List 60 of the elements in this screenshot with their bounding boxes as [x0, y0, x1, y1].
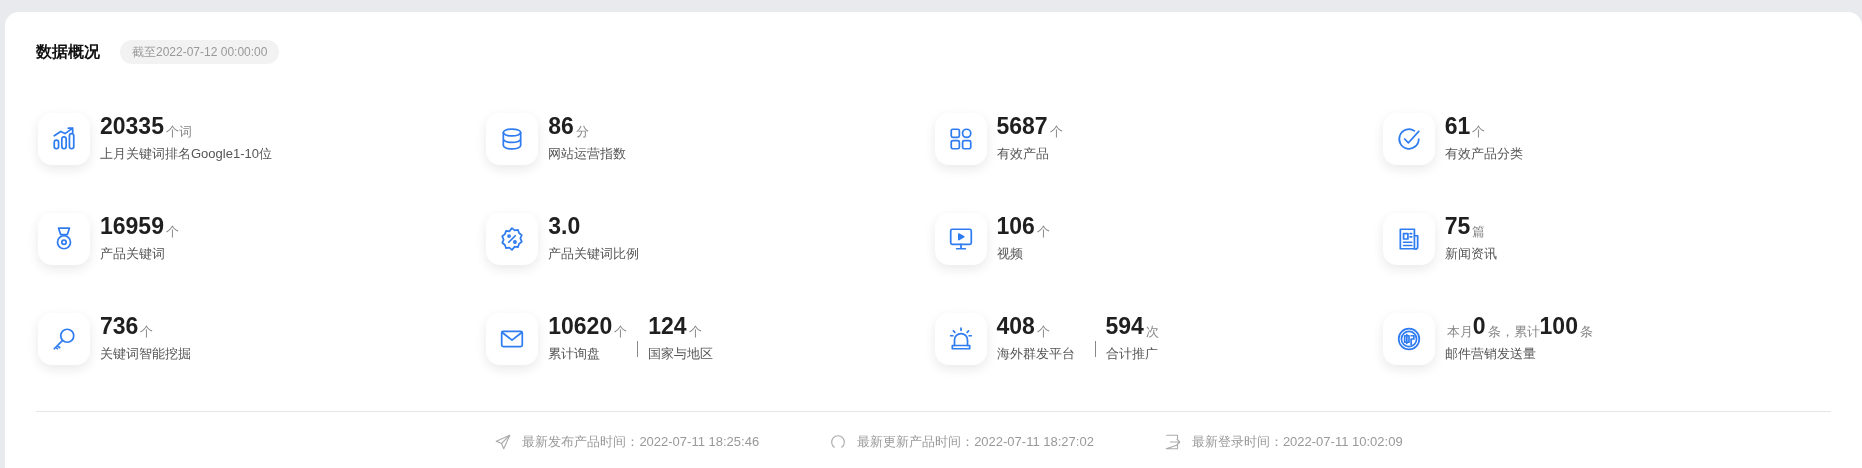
- stat-value: 86: [548, 114, 574, 138]
- stat-label: 新闻资讯: [1444, 244, 1497, 263]
- stat-unit: 条，累计: [1487, 324, 1540, 338]
- timestamp-text: 最新登录时间：2022-07-11 10:02:09: [1191, 433, 1403, 451]
- login-icon: [1163, 432, 1182, 451]
- stat-value: 408: [996, 314, 1035, 338]
- stat-unit: 个: [1036, 224, 1050, 238]
- stat-value: 16959: [100, 214, 164, 238]
- stat-value: 10620: [548, 314, 613, 338]
- card-title: 数据概况: [36, 42, 100, 62]
- bar-chart-icon: [51, 126, 77, 152]
- stat-value: 75: [1444, 214, 1471, 238]
- stat-label: 海外群发平台: [996, 344, 1076, 363]
- stat-unit: 次: [1145, 324, 1159, 338]
- stat-value: 3.0: [548, 214, 581, 238]
- stat-label: 网站运营指数: [548, 144, 627, 163]
- video-screen-icon: [947, 226, 974, 252]
- stat-unit: 分: [575, 124, 589, 138]
- stat-unit: 个: [614, 324, 628, 338]
- refresh-icon: [829, 432, 848, 451]
- stat-label: 合计推广: [1105, 344, 1159, 363]
- timestamp-text: 最新更新产品时间：2022-07-11 18:27:02: [857, 433, 1094, 451]
- stat-value: 0: [1472, 314, 1486, 338]
- check-circle-icon: [1395, 126, 1422, 152]
- stat-value: 106: [996, 214, 1035, 238]
- timestamp-text: 最新发布产品时间：2022-07-11 18:25:46: [522, 433, 760, 451]
- stat-value: 5687: [996, 114, 1048, 138]
- grid-icon: [947, 126, 974, 152]
- stat-unit: 个: [1472, 124, 1486, 138]
- stat-value: 594: [1105, 314, 1144, 338]
- stat-label: 邮件营销发送量: [1444, 344, 1537, 363]
- stat-value: 61: [1444, 114, 1471, 138]
- stat-label: 累计询盘: [548, 344, 602, 363]
- stat-value: 736: [100, 314, 139, 338]
- stat-label: 国家与地区: [648, 344, 714, 363]
- stat-label: 产品关键词比例: [548, 244, 640, 263]
- stat-unit: 篇: [1472, 224, 1486, 238]
- stat-unit: 个: [165, 224, 179, 238]
- stat-unit: 个: [1049, 124, 1063, 138]
- stat-label: 关键词智能挖掘: [100, 344, 191, 363]
- stat-label: 产品关键词: [100, 244, 166, 263]
- alarm-light-icon: [947, 326, 974, 352]
- stat-unit: 条: [1579, 324, 1593, 338]
- key-icon: [51, 326, 77, 352]
- stat-label: 上月关键词排名Google1-10位: [100, 144, 272, 163]
- date-badge: 截至2022-07-12 00:00:00: [120, 40, 280, 64]
- stat-value: 20335: [100, 114, 164, 138]
- stat-unit: 个: [688, 324, 702, 338]
- stat-unit: 本月: [1446, 324, 1473, 338]
- stat-label: 有效产品分类: [1444, 144, 1523, 163]
- stat-label: 视频: [996, 244, 1024, 263]
- send-icon: [494, 432, 513, 451]
- stat-label: 有效产品: [996, 144, 1050, 163]
- stat-value: 124: [648, 314, 687, 338]
- stat-unit: 个: [1036, 324, 1050, 338]
- stat-unit: 个词: [165, 124, 192, 138]
- stamp-circle-icon: [1395, 326, 1422, 352]
- stat-value: 100: [1539, 314, 1578, 338]
- percent-badge-icon: [499, 226, 526, 252]
- stat-unit: 个: [140, 324, 154, 338]
